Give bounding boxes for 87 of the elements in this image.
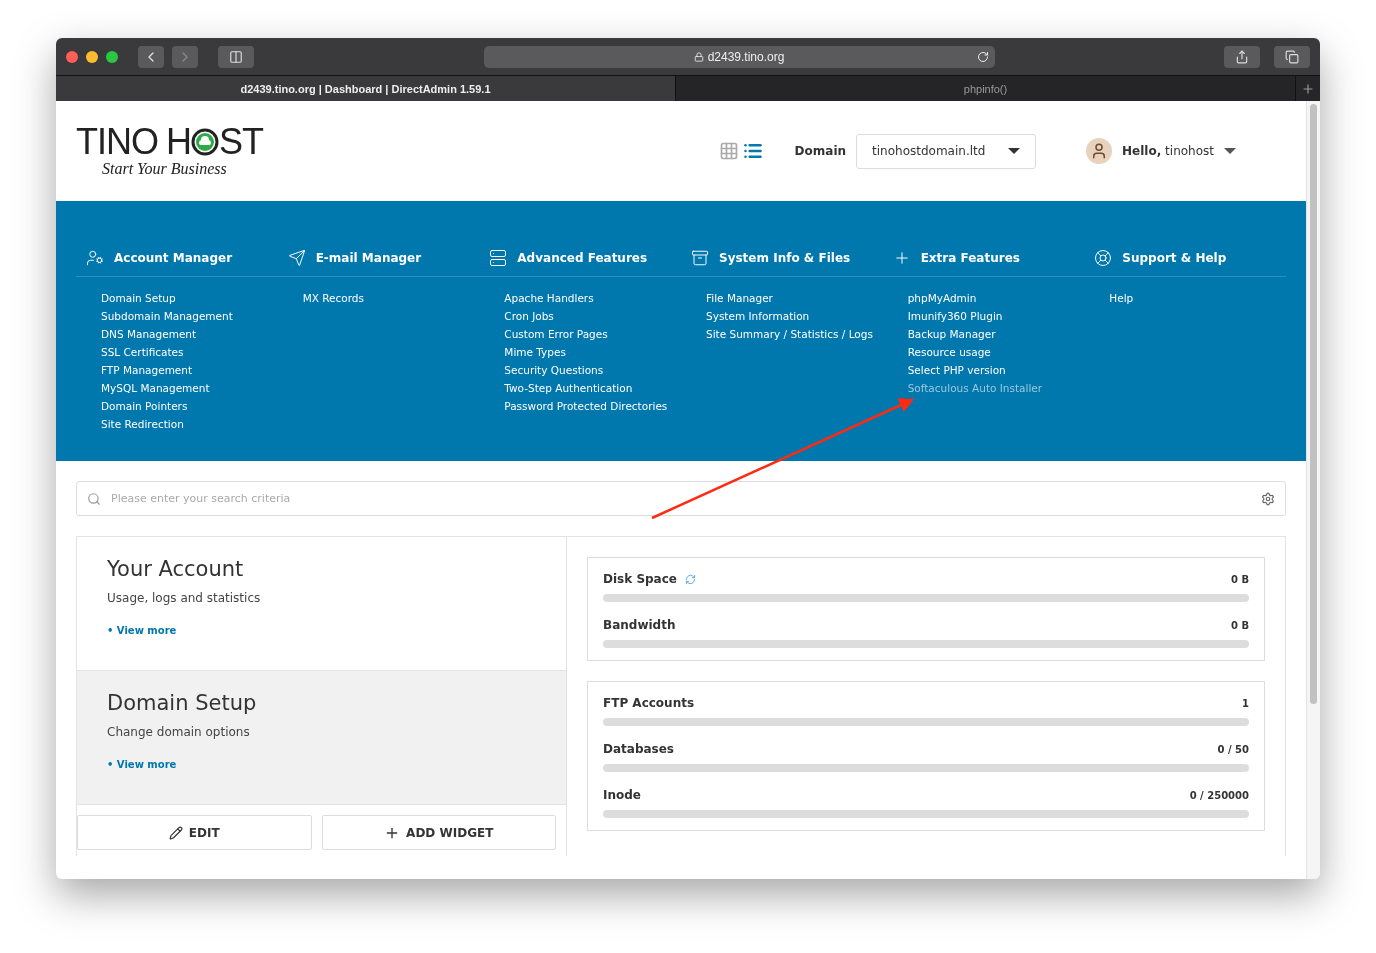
menu-link[interactable]: MySQL Management — [101, 379, 278, 397]
menu-link[interactable]: SSL Certificates — [101, 343, 278, 361]
user-gear-icon — [86, 248, 104, 267]
stat-label: Databases — [603, 742, 674, 756]
menu-link[interactable]: phpMyAdmin — [907, 289, 1085, 307]
stat-label: Inode — [603, 788, 641, 802]
menu-link[interactable]: Softaculous Auto Installer — [907, 379, 1085, 397]
pencil-icon — [168, 825, 183, 840]
share-icon — [1235, 49, 1249, 64]
menu-link[interactable]: Resource usage — [907, 343, 1085, 361]
menu-heading: Account Manager — [114, 250, 233, 265]
menu-heading: E-mail Manager — [315, 250, 422, 265]
scrollbar-thumb[interactable] — [1310, 104, 1317, 704]
action-button[interactable]: EDIT — [77, 815, 312, 850]
menu-link[interactable]: Subdomain Management — [101, 307, 278, 325]
stat-label: Disk Space — [603, 572, 677, 586]
browser-tab[interactable]: d2439.tino.org | Dashboard | DirectAdmin 1.59.1 — [56, 76, 676, 101]
menu-link[interactable]: Site Redirection — [101, 415, 278, 433]
menu-link[interactable]: Imunify360 Plugin — [907, 307, 1085, 325]
stat-value: 0 / 50 — [1217, 743, 1249, 755]
settings-icon[interactable] — [1261, 491, 1275, 506]
menu-link[interactable]: Custom Error Pages — [504, 325, 681, 343]
search-icon — [87, 491, 101, 506]
address-text: d2439.tino.org — [707, 49, 785, 64]
menu-link[interactable]: MX Records — [302, 289, 480, 307]
logo-slogan: Start Your Business — [102, 160, 228, 178]
server-icon — [489, 248, 508, 267]
minimize-dot[interactable] — [86, 50, 98, 63]
view-more-link[interactable]: • View more — [107, 759, 177, 770]
back-button[interactable] — [138, 45, 164, 68]
close-dot[interactable] — [66, 50, 78, 63]
menu-heading: Extra Features — [920, 250, 1020, 265]
address-bar[interactable]: d2439.tino.org — [483, 45, 995, 68]
domain-label: Domain — [794, 144, 847, 158]
card-title: Domain Setup — [107, 691, 257, 715]
stat-value: 0 B — [1230, 573, 1249, 585]
menu-link[interactable]: Mime Types — [504, 343, 681, 361]
menu-heading: Advanced Features — [517, 250, 648, 265]
paper-plane-icon — [287, 248, 306, 267]
menu-heading: System Info & Files — [719, 250, 851, 265]
zoom-dot[interactable] — [106, 50, 118, 63]
lock-icon — [693, 51, 704, 62]
card-subtitle: Change domain options — [107, 725, 250, 739]
action-button[interactable]: ADD WIDGET — [321, 815, 556, 850]
list-icon — [742, 141, 763, 161]
stat-label: Bandwidth — [603, 618, 676, 632]
new-tab-icon[interactable] — [1301, 81, 1315, 96]
sidebar-icon — [229, 49, 243, 64]
menu-heading: Support & Help — [1122, 250, 1227, 265]
menu-link[interactable]: Select PHP version — [907, 361, 1085, 379]
stat-value: 1 — [1242, 697, 1249, 709]
lifebuoy-icon — [1094, 248, 1113, 267]
tabs-icon — [1285, 49, 1299, 64]
domain-select[interactable]: tinohostdomain.ltd — [856, 133, 1037, 169]
search-field[interactable]: Please enter your search criteria — [76, 481, 1286, 516]
sidebar-button[interactable] — [218, 45, 254, 68]
menu-link[interactable]: DNS Management — [101, 325, 278, 343]
user-greeting[interactable]: Hello, tinohost — [1122, 144, 1214, 158]
archive-icon — [691, 248, 709, 267]
menu-link[interactable]: Domain Pointers — [101, 397, 278, 415]
caret-icon[interactable] — [1224, 148, 1236, 154]
view-more-link[interactable]: • View more — [107, 625, 177, 636]
menu-link[interactable]: Security Questions — [504, 361, 681, 379]
grid-icon — [718, 141, 739, 161]
stat-label: FTP Accounts — [603, 696, 695, 710]
menu-link[interactable]: Help — [1109, 289, 1286, 307]
menu-link[interactable]: FTP Management — [101, 361, 278, 379]
tabs-button[interactable] — [1274, 45, 1310, 68]
card-title: Your Account — [107, 557, 244, 581]
logo-wordmark: TINO H ST — [76, 124, 263, 160]
menu-link[interactable]: Backup Manager — [907, 325, 1085, 343]
menu-link[interactable]: Domain Setup — [101, 289, 278, 307]
menu-link[interactable]: System Information — [706, 307, 883, 325]
menu-link[interactable]: Two-Step Authentication — [504, 379, 681, 397]
share-button[interactable] — [1224, 45, 1260, 68]
avatar-icon — [1086, 138, 1113, 164]
stat-value: 0 B — [1230, 619, 1249, 631]
cloud-logo-icon — [191, 128, 219, 156]
reload-icon[interactable] — [976, 50, 989, 63]
stat-value: 0 / 250000 — [1189, 789, 1249, 801]
menu-link[interactable]: File Manager — [706, 289, 883, 307]
menu-link[interactable]: Apache Handlers — [504, 289, 681, 307]
menu-link[interactable]: Site Summary / Statistics / Logs — [706, 325, 883, 343]
caret-icon — [1008, 148, 1021, 154]
menu-link[interactable]: Cron Jobs — [504, 307, 681, 325]
card-subtitle: Usage, logs and statistics — [107, 591, 261, 605]
menu-link[interactable]: Password Protected Directories — [504, 397, 681, 415]
